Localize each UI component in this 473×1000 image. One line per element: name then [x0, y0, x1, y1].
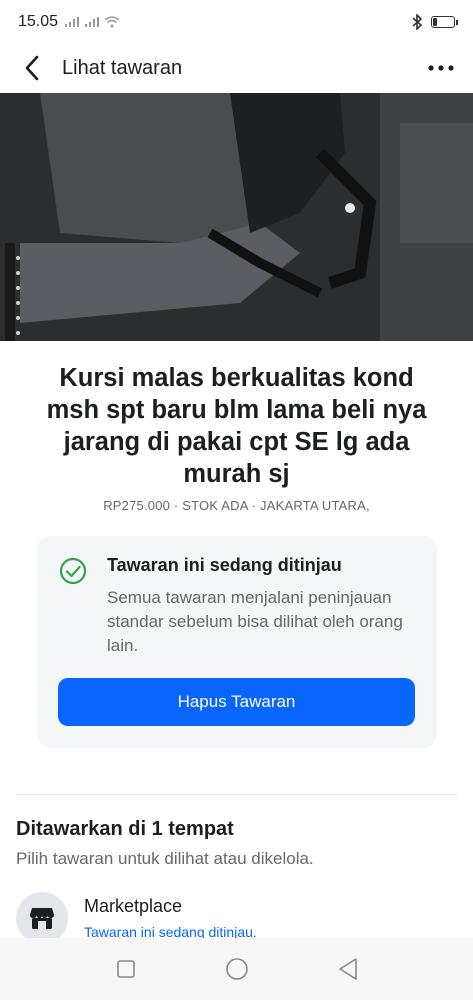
more-dots-icon [428, 65, 454, 71]
review-title: Tawaran ini sedang ditinjau [107, 555, 342, 575]
home-button[interactable] [219, 951, 255, 987]
page-title: Lihat tawaran [62, 56, 183, 79]
top-app-bar: Lihat tawaran [0, 44, 473, 92]
status-time: 15.05 [18, 13, 59, 30]
system-back-button[interactable] [330, 951, 366, 987]
marketplace-avatar [16, 892, 68, 944]
listing-photo-carousel[interactable] [0, 93, 473, 341]
status-icons [64, 16, 120, 28]
status-left: 15.05 [18, 13, 120, 31]
status-bar: 15.05 [0, 0, 473, 44]
back-button[interactable] [14, 50, 50, 86]
status-right [411, 14, 458, 30]
marketplace-name: Marketplace [84, 896, 183, 916]
home-icon [225, 958, 248, 980]
recent-apps-icon [116, 960, 135, 978]
listing-meta: RP275.000 · STOK ADA · JAKARTA UTARA, [103, 498, 370, 513]
review-status-card: Tawaran ini sedang ditinjau Semua tawara… [37, 536, 437, 748]
listing-photo [0, 93, 473, 341]
check-circle-icon [59, 557, 87, 585]
marketplace-store-icon [30, 908, 54, 929]
offered-section-title: Ditawarkan di 1 tempat [16, 818, 234, 840]
marketplace-listing-row[interactable]: Marketplace Tawaran ini sedang ditinjau. [16, 890, 457, 944]
wifi-icon [104, 16, 120, 28]
battery-level [433, 18, 437, 26]
sim1-signal-icon [65, 17, 80, 27]
chevron-left-icon [25, 55, 39, 81]
more-options-button[interactable] [423, 50, 459, 86]
offered-section-subtitle: Pilih tawaran untuk dilihat atau dikelol… [16, 849, 314, 868]
listing-title: Kursi malas berkualitas kond msh spt bar… [46, 364, 427, 488]
bluetooth-icon [412, 14, 423, 30]
delete-listing-button[interactable]: Hapus Tawaran [58, 678, 415, 726]
review-description: Semua tawaran menjalani peninjauan stand… [107, 588, 403, 655]
section-divider [16, 794, 457, 795]
battery-icon [431, 16, 458, 28]
sim2-signal-icon [85, 17, 100, 27]
recent-apps-button[interactable] [108, 951, 144, 987]
system-nav-bar [0, 938, 473, 1000]
back-triangle-icon [338, 958, 357, 980]
